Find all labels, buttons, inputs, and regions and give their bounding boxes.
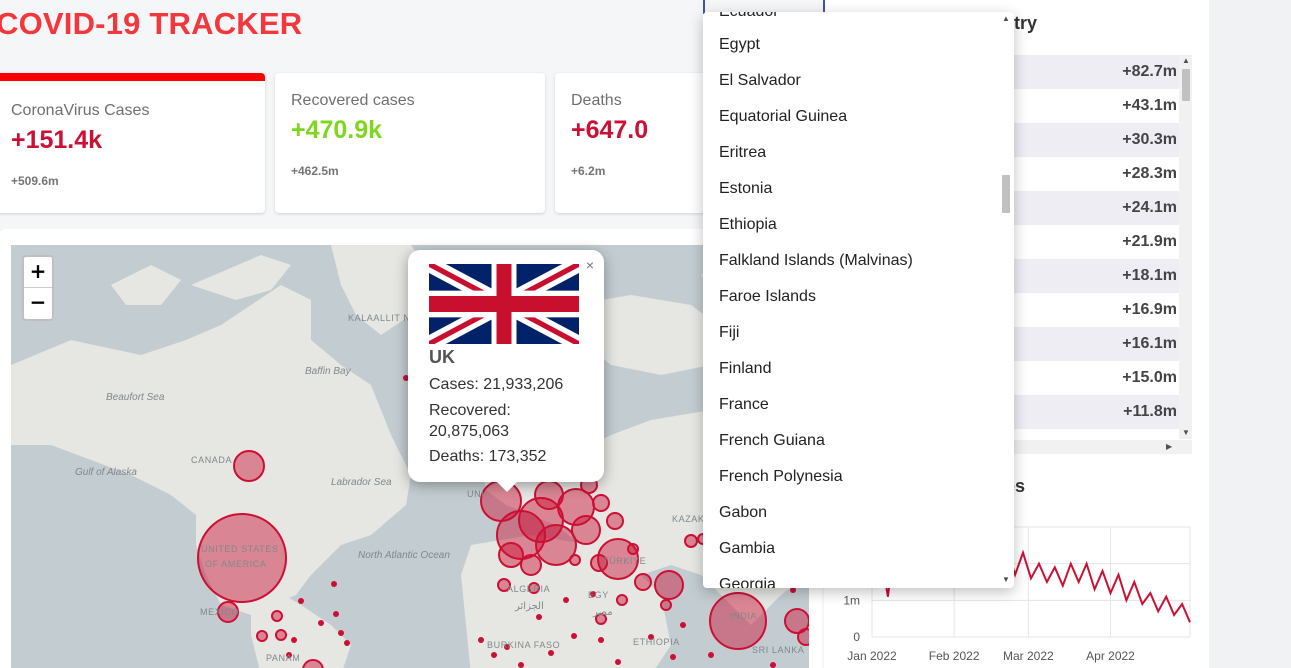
recovered-card[interactable]: Recovered cases +470.9k +462.5m (275, 73, 545, 213)
page-side-strip (1209, 0, 1291, 668)
map-label-canada: CANADA (191, 455, 233, 465)
dropdown-item-georgia[interactable]: Georgia (719, 576, 776, 588)
map-label-burkina: BURKINA FASO (487, 640, 561, 650)
chart-x-tick-label: Apr 2022 (1086, 649, 1135, 663)
deaths-card-value: +647.0 (571, 116, 649, 144)
popup-deaths: Deaths: 173,352 (429, 448, 547, 465)
dropdown-item-gabon[interactable]: Gabon (719, 504, 767, 522)
chart-y-tick-label: 1m (843, 593, 860, 607)
map-label-india: INDIA (730, 611, 758, 621)
cases-card-value: +151.4k (11, 126, 103, 154)
popup-recovered-value: 20,875,063 (429, 423, 510, 440)
map-label-panama: PANAM (266, 653, 301, 663)
chart-y-tick-label: 0 (853, 630, 860, 644)
dropdown-item-eritrea[interactable]: Eritrea (719, 144, 766, 162)
cases-card-total: +509.6m (11, 174, 59, 188)
cases-card-title: CoronaVirus Cases (11, 102, 150, 119)
map-label-egypt: EGY (588, 590, 609, 600)
map-label-uk: UNI (467, 489, 485, 499)
map-label-ethiopia: ETHIOPIA (633, 637, 680, 647)
dropdown-scroll-up-icon[interactable]: ▲ (1002, 14, 1010, 23)
recovered-card-total: +462.5m (291, 164, 339, 178)
dropdown-item-falkland-islands[interactable]: Falkland Islands (Malvinas) (719, 252, 913, 270)
map-label-turkiye: TÜRKIYE (603, 556, 647, 566)
chart-x-tick-label: Mar 2022 (1003, 649, 1054, 663)
popup-country-name: UK (429, 347, 455, 367)
popup-recovered-label: Recovered: (429, 402, 511, 419)
recovered-card-value: +470.9k (291, 116, 383, 144)
map-label-algeria: ALGERIA (507, 584, 551, 594)
dropdown-item-french-guiana[interactable]: French Guiana (719, 432, 825, 450)
uk-flag-icon (429, 264, 579, 344)
chart-x-tick-label: Jan 2022 (847, 649, 897, 663)
country-dropdown-menu: Ecuador Egypt El Salvador Equatorial Gui… (703, 12, 1014, 588)
map-label-usa-2: OF AMERICA (205, 559, 267, 569)
dropdown-item-estonia[interactable]: Estonia (719, 180, 772, 198)
dropdown-scrollbar[interactable]: ▲ ▼ (1000, 12, 1012, 588)
usa-bubble (197, 513, 287, 603)
map-label-kalaallit: KALAALLIT N (348, 313, 411, 323)
dropdown-scroll-thumb[interactable] (1002, 175, 1010, 213)
map-label-gulf-alaska: Gulf of Alaska (75, 467, 137, 478)
dropdown-scroll-down-icon[interactable]: ▼ (1002, 575, 1010, 584)
zoom-control: + − (22, 255, 54, 321)
cases-card[interactable]: CoronaVirus Cases +151.4k +509.6m (0, 73, 265, 213)
dropdown-item-fiji[interactable]: Fiji (719, 324, 739, 342)
map-label-sri-lanka: SRI LANKA (752, 645, 805, 655)
map-label-usa-1: UNITED STATES (201, 544, 279, 554)
dropdown-item-french-polynesia[interactable]: French Polynesia (719, 468, 843, 486)
canada-bubble (233, 450, 265, 482)
active-card-indicator (0, 73, 265, 81)
map-label-algeria-ar: الجزائر (515, 601, 544, 612)
chart-x-tick-label: Feb 2022 (929, 649, 980, 663)
map-label-kazakh: KAZAK (672, 514, 705, 524)
dropdown-item-faroe-islands[interactable]: Faroe Islands (719, 288, 816, 306)
dropdown-item-finland[interactable]: Finland (719, 360, 771, 378)
map-label-beaufort-sea: Beaufort Sea (106, 392, 165, 403)
map-label-baffin-bay: Baffin Bay (305, 366, 351, 377)
popup-close-button[interactable]: × (586, 257, 594, 273)
map-label-mexico: MEXICO (200, 607, 240, 617)
map-label-egypt-ar: مصر (593, 607, 613, 618)
dropdown-item-ethiopia[interactable]: Ethiopia (719, 216, 777, 234)
map-label-north-atlantic: North Atlantic Ocean (358, 550, 450, 561)
popup-cases: Cases: 21,933,206 (429, 376, 564, 393)
app-title: COVID-19 TRACKER (0, 6, 303, 41)
dropdown-item-france[interactable]: France (719, 396, 769, 414)
deaths-card-total: +6.2m (571, 164, 606, 178)
india-bubble (709, 592, 767, 650)
map-label-labrador-sea: Labrador Sea (331, 477, 392, 488)
country-popup: × UK Cases: 21,933,206 Recovered: 20,875… (408, 250, 604, 492)
zoom-out-button[interactable]: − (24, 288, 52, 319)
dropdown-item-egypt[interactable]: Egypt (719, 36, 760, 54)
dropdown-item-el-salvador[interactable]: El Salvador (719, 72, 801, 90)
dropdown-item-partial[interactable]: Ecuador (719, 12, 779, 21)
dropdown-item-equatorial-guinea[interactable]: Equatorial Guinea (719, 108, 847, 126)
recovered-card-title: Recovered cases (291, 92, 415, 109)
dropdown-item-gambia[interactable]: Gambia (719, 540, 775, 558)
zoom-in-button[interactable]: + (24, 257, 52, 288)
deaths-card-title: Deaths (571, 92, 622, 109)
